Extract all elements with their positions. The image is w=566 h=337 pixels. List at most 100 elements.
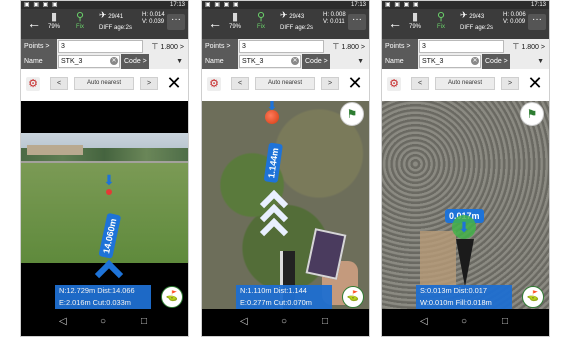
stake-button[interactable]: ⛳ bbox=[522, 286, 544, 308]
code-button[interactable]: Code > bbox=[482, 54, 510, 69]
name-row: Name STK_3 ✕ Code > ▼ bbox=[202, 54, 369, 69]
map-pin-button[interactable]: ⚑ bbox=[340, 102, 364, 126]
battery-value: 79% bbox=[408, 24, 421, 30]
fix-value: Fix bbox=[437, 24, 445, 30]
nav-home-icon[interactable]: ○ bbox=[100, 315, 106, 329]
name-row: Name STK_3 ✕ Code > ▼ bbox=[21, 54, 188, 69]
status-time: 17:13 bbox=[530, 2, 546, 8]
points-field[interactable]: 3 bbox=[239, 40, 324, 53]
camera-view: ⬇ 1.144m bbox=[202, 101, 369, 311]
gear-icon[interactable]: ⚙ bbox=[207, 77, 221, 91]
next-point-button[interactable]: > bbox=[501, 77, 519, 90]
previous-point-button[interactable]: < bbox=[231, 77, 249, 90]
code-button[interactable]: Code > bbox=[121, 54, 149, 69]
distance-setting[interactable]: ⊤ 1.800 > bbox=[513, 39, 545, 55]
points-button[interactable]: Points > bbox=[202, 39, 238, 54]
nav-home-icon[interactable]: ○ bbox=[461, 315, 467, 329]
distance-setting[interactable]: ⊤ 1.800 > bbox=[333, 39, 365, 55]
name-value: STK_3 bbox=[61, 58, 83, 65]
code-button[interactable]: Code > bbox=[302, 54, 330, 69]
name-label: Name bbox=[202, 54, 238, 69]
battery-status: ▮ 79% bbox=[224, 10, 246, 31]
down-arrow-icon: ⬇ bbox=[458, 219, 470, 235]
dropdown-icon[interactable]: ▼ bbox=[176, 54, 183, 69]
back-arrow-icon[interactable]: ← bbox=[27, 15, 41, 31]
mode-button[interactable]: Auto nearest bbox=[255, 77, 315, 90]
menu-button[interactable]: ··· bbox=[528, 14, 546, 30]
fix-value: Fix bbox=[257, 24, 265, 30]
status-bar: ▣ ▣ ▣ ▣ 17:13 bbox=[382, 1, 549, 9]
close-button[interactable]: ✕ bbox=[345, 73, 365, 93]
top-bar: ← ▮ 79% ⚲ Fix ✈ 29/43 DIFF age:2s H: 0.0… bbox=[382, 9, 549, 39]
previous-point-button[interactable]: < bbox=[411, 77, 429, 90]
stake-button[interactable]: ⛳ bbox=[161, 286, 183, 308]
dropdown-icon[interactable]: ▼ bbox=[357, 54, 364, 69]
nav-recent-icon[interactable]: □ bbox=[141, 315, 147, 329]
distance-setting[interactable]: ⊤ 1.800 > bbox=[152, 39, 184, 55]
name-field[interactable]: STK_3 ✕ bbox=[58, 55, 120, 68]
info-panel: S:0.013m Dist:0.017 W:0.010m Fill:0.018m bbox=[416, 285, 512, 309]
points-field[interactable]: 3 bbox=[58, 40, 143, 53]
nav-back-icon[interactable]: ◁ bbox=[240, 315, 248, 329]
dropdown-icon[interactable]: ▼ bbox=[537, 54, 544, 69]
survey-device bbox=[420, 231, 456, 285]
points-row: Points > 3 ⊤ 1.800 > bbox=[202, 39, 369, 54]
nav-home-icon[interactable]: ○ bbox=[281, 315, 287, 329]
name-field[interactable]: STK_3 ✕ bbox=[419, 55, 481, 68]
points-button[interactable]: Points > bbox=[21, 39, 57, 54]
satellite-icon: ✈ bbox=[460, 10, 468, 20]
points-row: Points > 3 ⊤ 1.800 > bbox=[21, 39, 188, 54]
menu-button[interactable]: ··· bbox=[167, 14, 185, 30]
clear-icon[interactable]: ✕ bbox=[291, 57, 299, 65]
info-line-1: N:12.729m Dist:14.066 bbox=[59, 286, 135, 295]
menu-button[interactable]: ··· bbox=[348, 14, 366, 30]
name-value: STK_3 bbox=[422, 58, 444, 65]
nav-recent-icon[interactable]: □ bbox=[322, 315, 328, 329]
gear-icon[interactable]: ⚙ bbox=[387, 77, 401, 91]
fix-status: ⚲ Fix bbox=[69, 10, 91, 31]
name-field[interactable]: STK_3 ✕ bbox=[239, 55, 301, 68]
previous-point-button[interactable]: < bbox=[50, 77, 68, 90]
h-error: H: 0.014 bbox=[142, 12, 165, 18]
name-row: Name STK_3 ✕ Code > ▼ bbox=[382, 54, 549, 69]
battery-status: ▮ 79% bbox=[43, 10, 65, 31]
phone-screen-2: ▣ ▣ ▣ ▣ 17:13 ← ▮ 79% ⚲ Fix ✈ 29/43 DIFF… bbox=[201, 0, 370, 337]
next-point-button[interactable]: > bbox=[321, 77, 339, 90]
android-nav-bar: ◁ ○ □ bbox=[21, 309, 188, 336]
nav-back-icon[interactable]: ◁ bbox=[59, 315, 67, 329]
battery-value: 79% bbox=[47, 24, 60, 30]
clear-icon[interactable]: ✕ bbox=[471, 57, 479, 65]
sats-value: 29/43 bbox=[289, 14, 305, 20]
close-button[interactable]: ✕ bbox=[525, 73, 545, 93]
control-bar: ⚙ < Auto nearest > ✕ bbox=[21, 69, 188, 101]
control-bar: ⚙ < Auto nearest > ✕ bbox=[202, 69, 369, 101]
down-arrow-icon: ⬇ bbox=[103, 172, 115, 188]
back-arrow-icon[interactable]: ← bbox=[388, 15, 402, 31]
ruler-icon: ⊤ bbox=[332, 42, 340, 51]
close-button[interactable]: ✕ bbox=[164, 73, 184, 93]
sats-value: 29/43 bbox=[469, 14, 485, 20]
control-bar: ⚙ < Auto nearest > ✕ bbox=[382, 69, 549, 101]
status-bar: ▣ ▣ ▣ ▣ 17:13 bbox=[21, 1, 188, 9]
stake-button[interactable]: ⛳ bbox=[342, 286, 364, 308]
v-error: V: 0.011 bbox=[323, 19, 345, 25]
name-value: STK_3 bbox=[242, 58, 264, 65]
precision-status: H: 0.008 V: 0.011 bbox=[323, 12, 346, 26]
gear-icon[interactable]: ⚙ bbox=[26, 77, 40, 91]
antenna-icon: ⚲ bbox=[256, 11, 266, 23]
points-button[interactable]: Points > bbox=[382, 39, 418, 54]
name-label: Name bbox=[21, 54, 57, 69]
battery-icon: ▮ bbox=[231, 11, 239, 23]
points-field[interactable]: 3 bbox=[419, 40, 504, 53]
battery-icon: ▮ bbox=[411, 11, 419, 23]
android-nav-bar: ◁ ○ □ bbox=[382, 309, 549, 336]
back-arrow-icon[interactable]: ← bbox=[208, 15, 222, 31]
nav-back-icon[interactable]: ◁ bbox=[420, 315, 428, 329]
next-point-button[interactable]: > bbox=[140, 77, 158, 90]
map-pin-button[interactable]: ⚑ bbox=[520, 102, 544, 126]
mode-button[interactable]: Auto nearest bbox=[435, 77, 495, 90]
mode-button[interactable]: Auto nearest bbox=[74, 77, 134, 90]
clear-icon[interactable]: ✕ bbox=[110, 57, 118, 65]
nav-recent-icon[interactable]: □ bbox=[502, 315, 508, 329]
info-line-2: W:0.010m Fill:0.018m bbox=[420, 298, 492, 307]
